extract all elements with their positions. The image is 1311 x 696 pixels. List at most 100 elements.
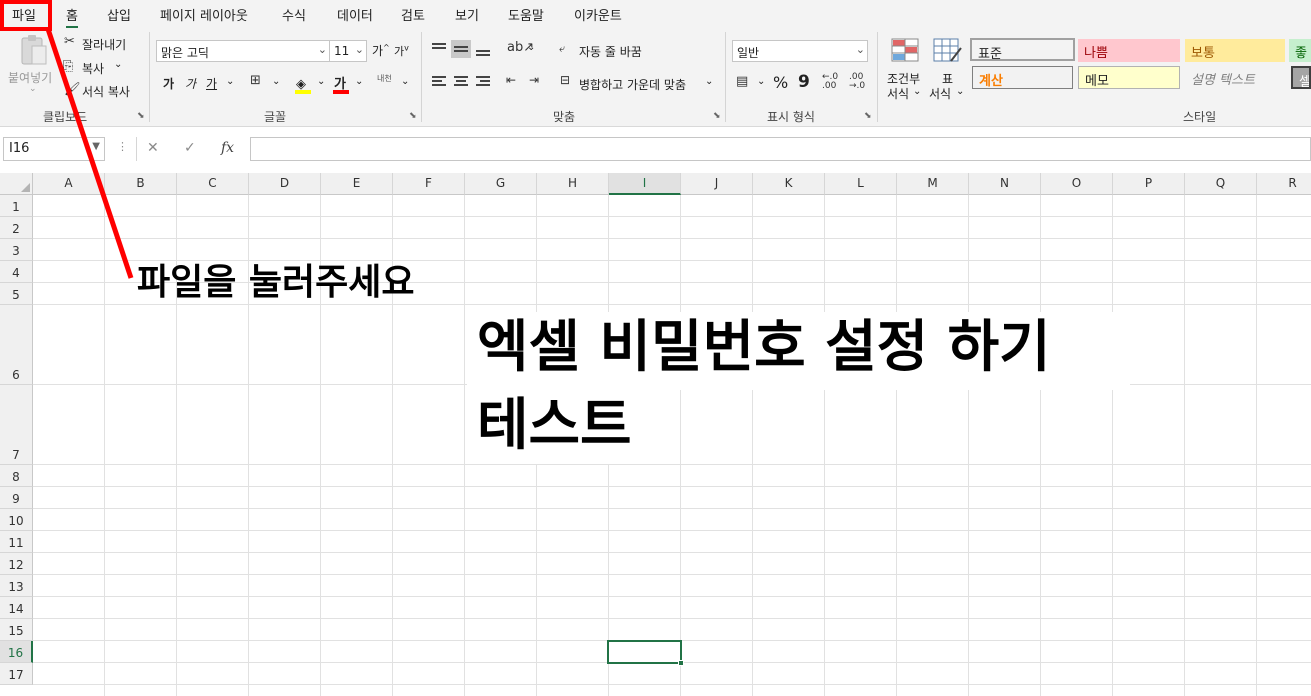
shrink-font-button[interactable]: 가v xyxy=(394,43,409,59)
row-header-15[interactable]: 15 xyxy=(0,619,33,641)
paste-icon[interactable] xyxy=(18,34,48,66)
conditional-format-icon[interactable] xyxy=(891,38,919,66)
insert-function-icon[interactable]: fx xyxy=(221,140,234,156)
row-header-14[interactable]: 14 xyxy=(0,597,33,619)
fill-color-icon[interactable]: ◈ xyxy=(295,73,311,94)
style-calculation[interactable]: 계산 xyxy=(972,66,1073,89)
column-header-Q[interactable]: Q xyxy=(1185,173,1257,195)
font-launcher-icon[interactable]: ⬊ xyxy=(409,111,417,121)
style-note[interactable]: 메모 xyxy=(1078,66,1180,89)
format-table-icon[interactable] xyxy=(933,38,963,68)
column-header-K[interactable]: K xyxy=(753,173,825,195)
style-good[interactable]: 좋 xyxy=(1289,39,1311,62)
fill-handle[interactable] xyxy=(678,660,684,666)
column-header-P[interactable]: P xyxy=(1113,173,1185,195)
underline-button[interactable]: 가 xyxy=(206,75,217,92)
tab-view[interactable]: 보기 xyxy=(455,5,479,24)
wrap-text-button[interactable]: 자동 줄 바꿈 xyxy=(579,43,642,60)
copy-button[interactable]: 복사 xyxy=(82,60,104,77)
phonetic-button[interactable]: 내천 xyxy=(377,73,392,84)
comma-button[interactable]: 9 xyxy=(798,72,810,92)
number-format-select[interactable]: 일반 ⌄ xyxy=(732,40,868,62)
fill-dropdown-icon[interactable]: ⌄ xyxy=(317,76,325,87)
column-header-A[interactable]: A xyxy=(33,173,105,195)
font-color-dropdown-icon[interactable]: ⌄ xyxy=(355,76,363,87)
grow-font-button[interactable]: 가^ xyxy=(372,42,390,59)
number-launcher-icon[interactable]: ⬊ xyxy=(864,111,872,121)
row-header-10[interactable]: 10 xyxy=(0,509,33,531)
align-middle-icon[interactable] xyxy=(451,40,471,58)
column-header-M[interactable]: M xyxy=(897,173,969,195)
select-all-button[interactable] xyxy=(0,173,33,195)
column-header-H[interactable]: H xyxy=(537,173,609,195)
tab-formulas[interactable]: 수식 xyxy=(282,5,306,24)
phonetic-dropdown-icon[interactable]: ⌄ xyxy=(401,76,409,87)
align-left-icon[interactable] xyxy=(429,73,449,91)
column-header-N[interactable]: N xyxy=(969,173,1041,195)
row-header-1[interactable]: 1 xyxy=(0,195,33,217)
column-header-E[interactable]: E xyxy=(321,173,393,195)
align-right-icon[interactable] xyxy=(473,73,493,91)
merge-icon[interactable]: ⊟ xyxy=(560,73,570,87)
font-color-button[interactable]: 가 xyxy=(333,73,349,94)
row-header-7[interactable]: 7 xyxy=(0,385,33,465)
font-name-select[interactable]: 맑은 고딕 ⌄ xyxy=(156,40,330,62)
row-header-6[interactable]: 6 xyxy=(0,305,33,385)
format-table-dropdown-icon[interactable]: ⌄ xyxy=(956,86,964,97)
cancel-icon[interactable]: ✕ xyxy=(147,140,159,156)
border-icon[interactable]: ⊞ xyxy=(250,73,261,88)
row-header-12[interactable]: 12 xyxy=(0,553,33,575)
row-header-13[interactable]: 13 xyxy=(0,575,33,597)
tab-ecount[interactable]: 이카운트 xyxy=(574,5,622,24)
formula-input[interactable] xyxy=(250,137,1311,161)
increase-decimal-icon[interactable]: ←.0.00 xyxy=(822,73,838,91)
column-header-R[interactable]: R xyxy=(1257,173,1311,195)
alignment-launcher-icon[interactable]: ⬊ xyxy=(713,111,721,121)
copy-dropdown-icon[interactable]: ⌄ xyxy=(114,59,122,70)
row-header-2[interactable]: 2 xyxy=(0,217,33,239)
column-header-B[interactable]: B xyxy=(105,173,177,195)
column-header-D[interactable]: D xyxy=(249,173,321,195)
name-box[interactable]: I16 ▼ xyxy=(3,137,105,161)
row-header-16[interactable]: 16 xyxy=(0,641,33,663)
align-center-icon[interactable] xyxy=(451,73,471,91)
column-header-G[interactable]: G xyxy=(465,173,537,195)
format-painter-icon[interactable]: 🖌 xyxy=(64,82,81,97)
cut-button[interactable]: 잘라내기 xyxy=(82,36,126,53)
row-header-9[interactable]: 9 xyxy=(0,487,33,509)
align-bottom-icon[interactable] xyxy=(473,40,493,58)
increase-indent-icon[interactable]: ⇥ xyxy=(529,73,539,87)
more-options-icon[interactable]: ⋮ xyxy=(117,140,128,153)
conditional-dropdown-icon[interactable]: ⌄ xyxy=(913,86,921,97)
style-check-cell[interactable]: 셀 xyxy=(1291,66,1311,89)
row-header-4[interactable]: 4 xyxy=(0,261,33,283)
format-painter-button[interactable]: 서식 복사 xyxy=(82,83,130,100)
tab-review[interactable]: 검토 xyxy=(401,5,425,24)
wrap-text-icon[interactable]: ⤶ xyxy=(559,42,565,56)
row-header-17[interactable]: 17 xyxy=(0,663,33,685)
font-size-select[interactable]: 11 ⌄ xyxy=(329,40,367,62)
enter-icon[interactable]: ✓ xyxy=(184,140,196,156)
percent-button[interactable]: % xyxy=(773,73,788,92)
row-header-11[interactable]: 11 xyxy=(0,531,33,553)
column-header-J[interactable]: J xyxy=(681,173,753,195)
tab-home[interactable]: 홈 xyxy=(66,5,78,29)
bold-button[interactable]: 가 xyxy=(163,75,174,92)
style-normal[interactable]: 표준 xyxy=(970,38,1075,61)
clipboard-launcher-icon[interactable]: ⬊ xyxy=(137,111,145,121)
currency-icon[interactable]: ▤ xyxy=(736,74,748,89)
column-header-O[interactable]: O xyxy=(1041,173,1113,195)
style-bad[interactable]: 나쁨 xyxy=(1078,39,1180,62)
merge-center-button[interactable]: 병합하고 가운데 맞춤 xyxy=(579,76,686,93)
decrease-indent-icon[interactable]: ⇤ xyxy=(506,73,516,87)
column-header-C[interactable]: C xyxy=(177,173,249,195)
column-header-L[interactable]: L xyxy=(825,173,897,195)
underline-dropdown-icon[interactable]: ⌄ xyxy=(226,76,234,87)
selected-cell-I16[interactable] xyxy=(607,640,684,666)
decrease-decimal-icon[interactable]: .00 →.0 xyxy=(849,73,865,91)
copy-icon[interactable]: ⎘ xyxy=(63,59,73,74)
column-header-I[interactable]: I xyxy=(609,173,681,195)
tab-help[interactable]: 도움말 xyxy=(508,5,544,24)
scissors-icon[interactable]: ✂ xyxy=(64,34,75,49)
style-neutral[interactable]: 보통 xyxy=(1185,39,1285,62)
